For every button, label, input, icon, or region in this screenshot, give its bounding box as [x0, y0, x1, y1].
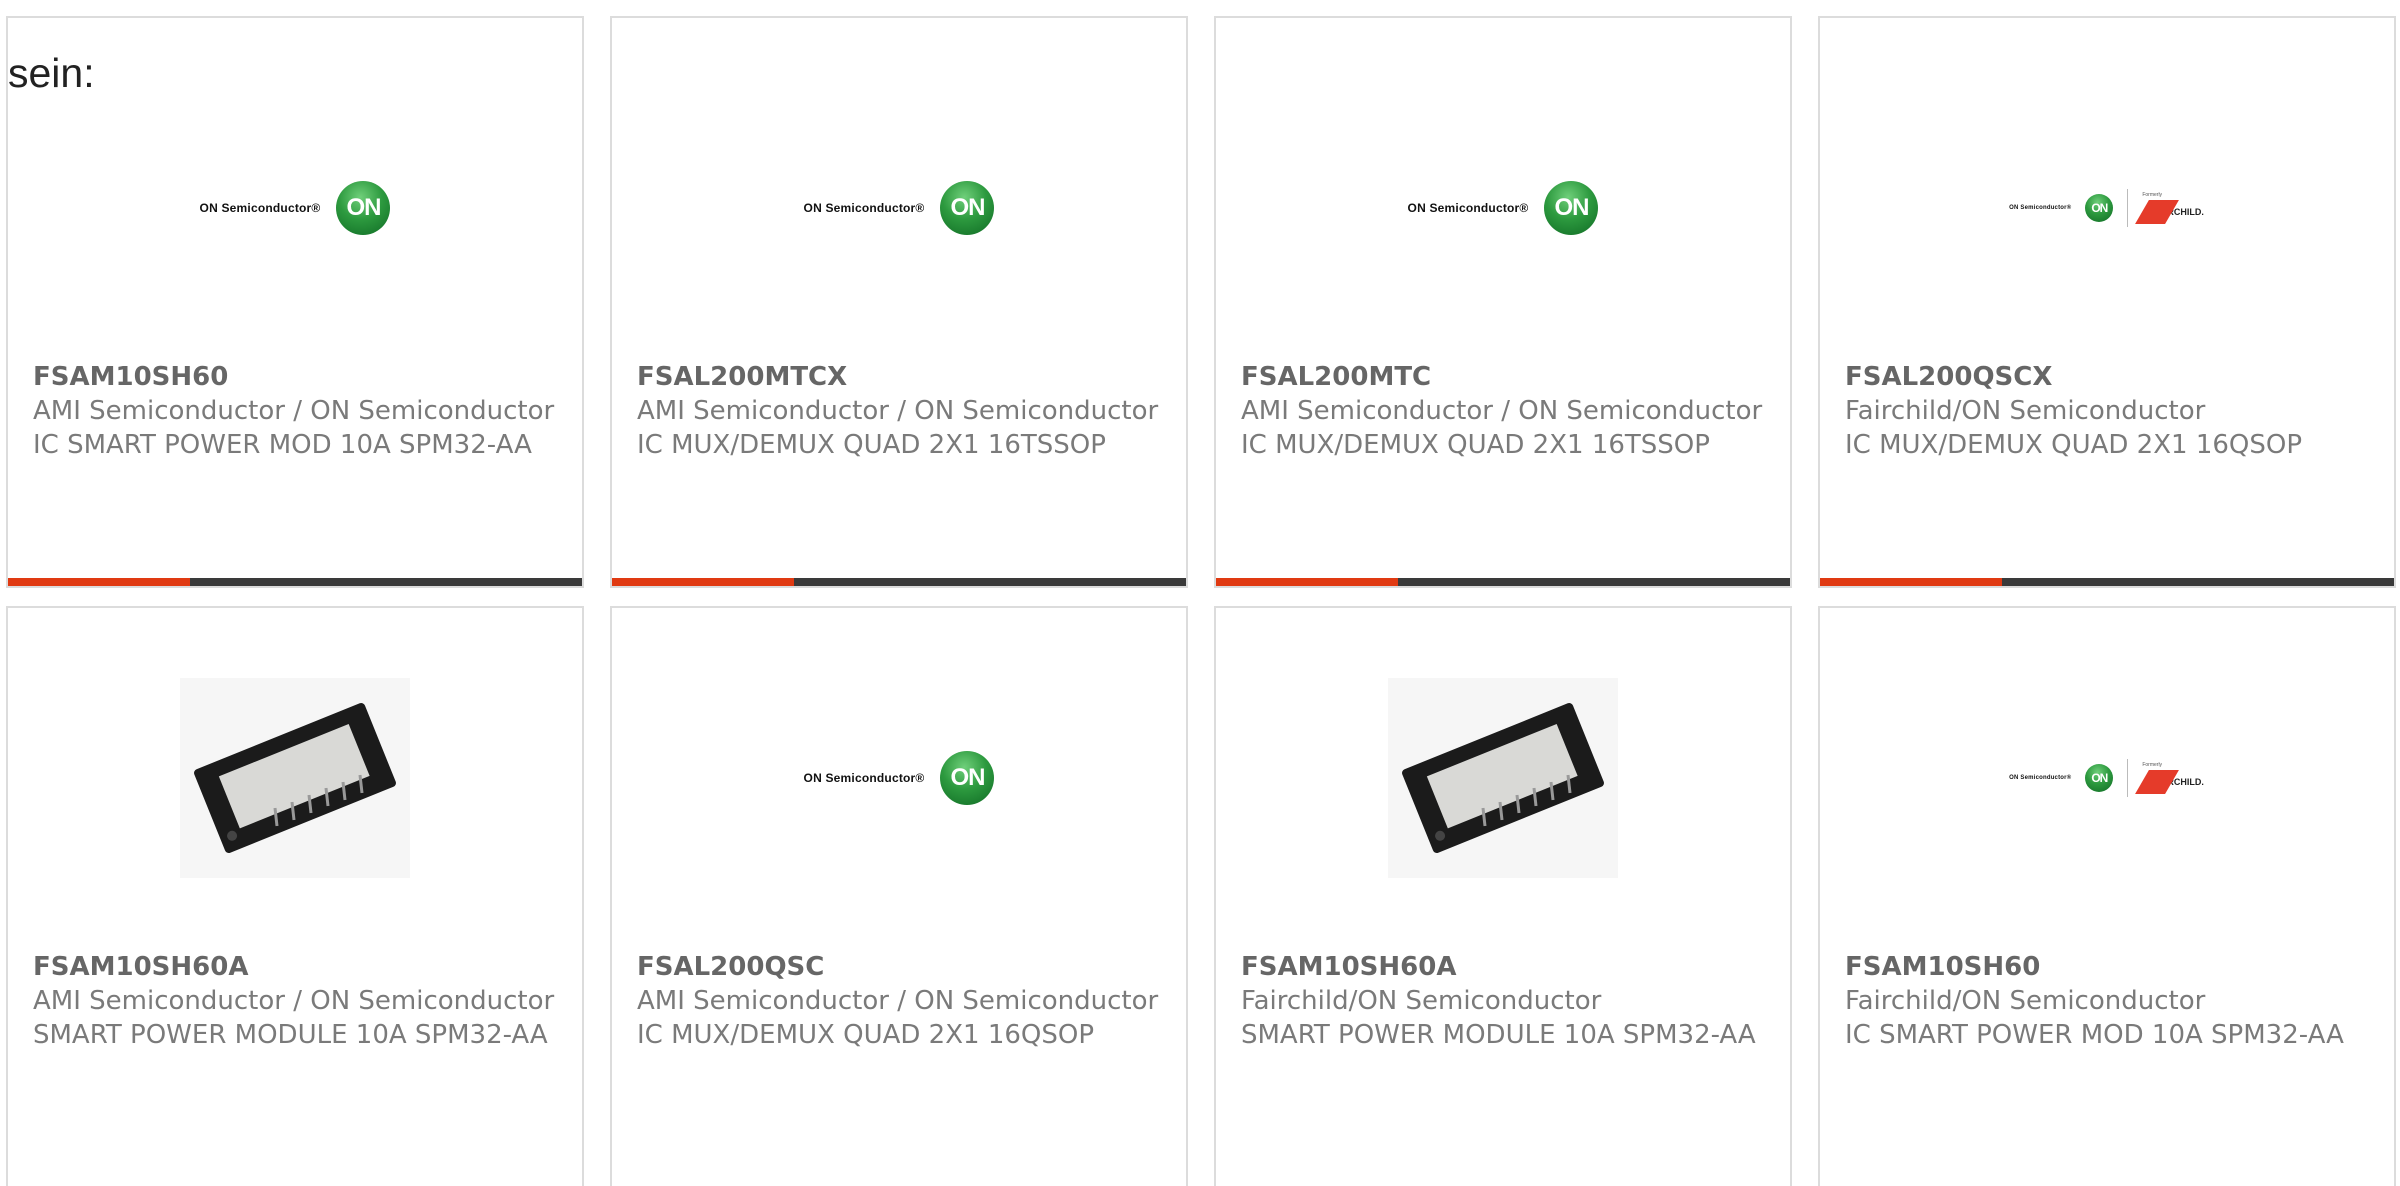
part-number[interactable]: FSAM10SH60 [33, 360, 562, 394]
description: IC MUX/DEMUX QUAD 2X1 16TSSOP [1241, 430, 1710, 460]
product-card[interactable]: ON Semiconductor® ON FSAL200MTC AMI Semi… [1214, 16, 1792, 588]
product-image[interactable]: ON Semiconductor® ON [8, 58, 582, 358]
power-module-photo [180, 678, 410, 878]
on-semiconductor-logo: ON Semiconductor® ON [1408, 181, 1599, 235]
manufacturer: Fairchild/ON Semiconductor [1845, 396, 2206, 426]
manufacturer: Fairchild/ON Semiconductor [1241, 986, 1602, 1016]
manufacturer: AMI Semiconductor / ON Semiconductor [33, 986, 555, 1016]
on-semiconductor-logo: ON Semiconductor® ON [200, 181, 391, 235]
description: IC MUX/DEMUX QUAD 2X1 16QSOP [1845, 430, 2303, 460]
description: IC SMART POWER MOD 10A SPM32-AA [1845, 1020, 2344, 1050]
description: SMART POWER MODULE 10A SPM32-AA [1241, 1020, 1756, 1050]
on-semiconductor-logo: ON Semiconductor® ON [804, 181, 995, 235]
manufacturer: AMI Semiconductor / ON Semiconductor [33, 396, 555, 426]
part-number[interactable]: FSAM10SH60A [1241, 950, 1770, 984]
card-footer-bar [1216, 578, 1790, 586]
product-card[interactable]: ON Semiconductor® ON FSAM10SH60 AMI Semi… [6, 16, 584, 588]
part-number[interactable]: FSAL200MTCX [637, 360, 1166, 394]
manufacturer: AMI Semiconductor / ON Semiconductor [637, 986, 1159, 1016]
card-footer-bar [612, 578, 1186, 586]
product-card[interactable]: FSAM10SH60A AMI Semiconductor / ON Semic… [6, 606, 584, 1186]
part-number[interactable]: FSAM10SH60 [1845, 950, 2374, 984]
product-image[interactable]: ON Semiconductor® ON [612, 608, 1186, 948]
manufacturer: AMI Semiconductor / ON Semiconductor [637, 396, 1159, 426]
manufacturer: AMI Semiconductor / ON Semiconductor [1241, 396, 1763, 426]
intro-text: sein: [8, 50, 95, 96]
product-card[interactable]: ON Semiconductor® ON Formerly FAIRCHILD.… [1818, 606, 2396, 1186]
description: SMART POWER MODULE 10A SPM32-AA [33, 1020, 548, 1050]
part-number[interactable]: FSAM10SH60A [33, 950, 562, 984]
fairchild-logo: Formerly FAIRCHILD. [2135, 192, 2205, 224]
on-semiconductor-logo: ON Semiconductor® ON [804, 751, 995, 805]
product-image[interactable] [8, 608, 582, 948]
part-number[interactable]: FSAL200QSC [637, 950, 1166, 984]
product-card[interactable]: ON Semiconductor® ON Formerly FAIRCHILD.… [1818, 16, 2396, 588]
product-card[interactable]: ON Semiconductor® ON FSAL200MTCX AMI Sem… [610, 16, 1188, 588]
on-fairchild-logo: ON Semiconductor® ON Formerly FAIRCHILD. [2009, 189, 2205, 227]
part-number[interactable]: FSAL200QSCX [1845, 360, 2374, 394]
product-image[interactable]: ON Semiconductor® ON Formerly FAIRCHILD. [1820, 608, 2394, 948]
description: IC MUX/DEMUX QUAD 2X1 16QSOP [637, 1020, 1095, 1050]
product-card[interactable]: ON Semiconductor® ON FSAL200QSC AMI Semi… [610, 606, 1188, 1186]
product-image[interactable]: ON Semiconductor® ON [612, 58, 1186, 358]
part-number[interactable]: FSAL200MTC [1241, 360, 1770, 394]
product-image[interactable]: ON Semiconductor® ON [1216, 58, 1790, 358]
card-footer-bar [1820, 578, 2394, 586]
description: IC MUX/DEMUX QUAD 2X1 16TSSOP [637, 430, 1106, 460]
description: IC SMART POWER MOD 10A SPM32-AA [33, 430, 532, 460]
card-footer-bar [8, 578, 582, 586]
manufacturer: Fairchild/ON Semiconductor [1845, 986, 2206, 1016]
product-image[interactable] [1216, 608, 1790, 948]
product-card[interactable]: FSAM10SH60A Fairchild/ON Semiconductor S… [1214, 606, 1792, 1186]
fairchild-logo: Formerly FAIRCHILD. [2135, 762, 2205, 794]
power-module-photo [1388, 678, 1618, 878]
product-image[interactable]: ON Semiconductor® ON Formerly FAIRCHILD. [1820, 58, 2394, 358]
on-fairchild-logo: ON Semiconductor® ON Formerly FAIRCHILD. [2009, 759, 2205, 797]
